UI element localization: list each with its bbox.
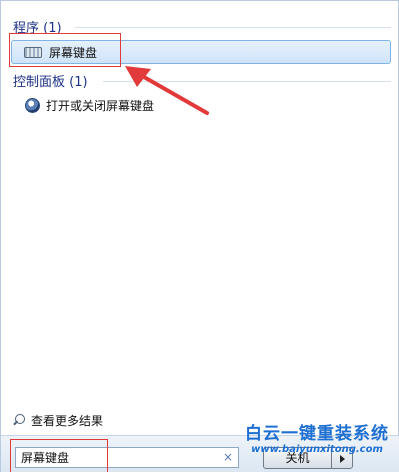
control-panel-section-title: 控制面板 (1) [13, 75, 88, 90]
search-icon [12, 413, 25, 427]
annotation-arrow [125, 66, 209, 115]
search-input[interactable] [15, 447, 239, 468]
clear-search-icon[interactable]: × [221, 450, 235, 464]
shutdown-button[interactable]: 关机 [263, 447, 331, 469]
keyboard-icon [24, 46, 42, 58]
program-result-label: 屏幕键盘 [49, 45, 98, 60]
programs-divider [75, 27, 391, 28]
shutdown-options-arrow-icon[interactable] [331, 447, 353, 469]
start-search-results-panel: 程序 (1) 屏幕键盘 控制面板 (1) 打开或关闭屏幕键盘 查看更多结果 × … [0, 0, 399, 472]
see-more-results-link[interactable]: 查看更多结果 [12, 411, 103, 429]
accessibility-icon [25, 97, 40, 113]
programs-section-title: 程序 (1) [13, 21, 62, 36]
see-more-results-label: 查看更多结果 [31, 413, 104, 428]
